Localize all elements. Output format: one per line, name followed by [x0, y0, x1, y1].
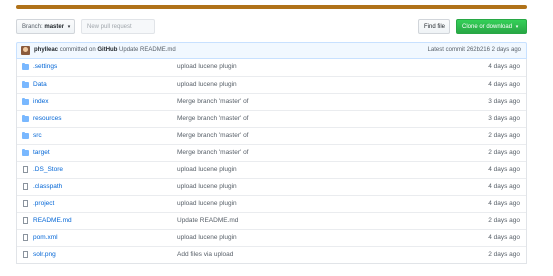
file-name-link[interactable]: .project [33, 196, 54, 212]
commit-message-link[interactable]: upload lucene plugin [177, 59, 237, 75]
file-icon [23, 166, 28, 173]
commit-age: 4 days ago [488, 166, 520, 173]
find-file-button[interactable]: Find file [418, 19, 450, 34]
commit-age: 4 days ago [488, 63, 520, 70]
commit-age: 3 days ago [488, 98, 520, 105]
commit-age: 2 days ago [488, 251, 520, 258]
branch-name: master [44, 24, 65, 30]
table-row: src Merge branch 'master' of 2 days ago [17, 127, 526, 144]
caret-down-icon: ▾ [67, 24, 71, 30]
commit-message-link[interactable]: upload lucene plugin [177, 77, 237, 93]
commit-message-link[interactable]: Merge branch 'master' of [177, 94, 248, 110]
table-row: solr.png Add files via upload 2 days ago [17, 246, 526, 263]
file-name-link[interactable]: resources [33, 111, 62, 127]
file-name-link[interactable]: src [33, 128, 42, 144]
file-name-link[interactable]: .settings [33, 59, 57, 75]
caret-down-icon: ▾ [515, 24, 519, 30]
branch-prefix: Branch: [22, 24, 43, 30]
commit-age: 2 days ago [488, 132, 520, 139]
commit-platform: GitHub [97, 47, 118, 53]
table-row: pom.xml upload lucene plugin 4 days ago [17, 229, 526, 246]
commit-age: 2 days ago [488, 149, 520, 156]
latest-commit-bar: phylleac committed on GitHub Update READ… [16, 42, 527, 59]
file-name-link[interactable]: pom.xml [33, 230, 58, 246]
commit-message-link[interactable]: Merge branch 'master' of [177, 145, 248, 161]
commit-age: 4 days ago [488, 183, 520, 190]
table-row: .classpath upload lucene plugin 4 days ago [17, 178, 526, 195]
commit-age: 2 days ago [488, 217, 520, 224]
file-name-link[interactable]: target [33, 145, 50, 161]
commit-age: 3 days ago [488, 115, 520, 122]
clone-label: Clone or download [462, 24, 513, 30]
file-name-link[interactable]: README.md [33, 213, 72, 229]
commit-message-link[interactable]: Add files via upload [177, 247, 233, 263]
file-icon [23, 217, 28, 224]
latest-commit-info[interactable]: Latest commit 262b216 2 days ago [428, 43, 521, 58]
commit-age: 4 days ago [488, 200, 520, 207]
repo-toolbar: Branch: master ▾ New pull request Find f… [16, 19, 527, 35]
commit-message-link[interactable]: upload lucene plugin [177, 196, 237, 212]
language-bar[interactable] [16, 5, 527, 9]
avatar[interactable] [21, 46, 30, 55]
file-name-link[interactable]: .classpath [33, 179, 62, 195]
committed-on-text: committed on [59, 47, 96, 53]
file-name-link[interactable]: solr.png [33, 247, 56, 263]
commit-age: 4 days ago [488, 81, 520, 88]
commit-age: 4 days ago [488, 234, 520, 241]
branch-select-button[interactable]: Branch: master ▾ [16, 19, 75, 34]
table-row: Data upload lucene plugin 4 days ago [17, 76, 526, 93]
commit-message-link[interactable]: Merge branch 'master' of [177, 111, 248, 127]
table-row: .project upload lucene plugin 4 days ago [17, 195, 526, 212]
folder-icon [22, 98, 29, 105]
table-row: index Merge branch 'master' of 3 days ago [17, 93, 526, 110]
table-row: .DS_Store upload lucene plugin 4 days ago [17, 161, 526, 178]
table-row: resources Merge branch 'master' of 3 days … [17, 110, 526, 127]
table-row: README.md Update README.md 2 days ago [17, 212, 526, 229]
file-icon [23, 200, 28, 207]
commit-message-link[interactable]: Merge branch 'master' of [177, 128, 248, 144]
table-row: target Merge branch 'master' of 2 days ago [17, 144, 526, 161]
file-icon [23, 251, 28, 258]
commit-message[interactable]: Update README.md [119, 47, 176, 53]
commit-author[interactable]: phylleac [34, 47, 58, 53]
folder-icon [22, 132, 29, 139]
folder-icon [22, 115, 29, 122]
clone-download-button[interactable]: Clone or download ▾ [456, 19, 527, 34]
folder-icon [22, 63, 29, 70]
file-list: .settings upload lucene plugin 4 days ago D… [16, 59, 527, 264]
commit-message-link[interactable]: upload lucene plugin [177, 230, 237, 246]
commit-message-link[interactable]: upload lucene plugin [177, 179, 237, 195]
commit-summary: phylleac committed on GitHub Update READ… [34, 43, 176, 58]
file-name-link[interactable]: .DS_Store [33, 162, 63, 178]
commit-message-link[interactable]: Update README.md [177, 213, 238, 229]
file-name-link[interactable]: index [33, 94, 49, 110]
table-row: .settings upload lucene plugin 4 days ago [17, 59, 526, 76]
file-icon [23, 234, 28, 241]
folder-icon [22, 149, 29, 156]
folder-icon [22, 81, 29, 88]
new-pull-request-button[interactable]: New pull request [81, 19, 155, 34]
file-icon [23, 183, 28, 190]
file-name-link[interactable]: Data [33, 77, 47, 93]
commit-message-link[interactable]: upload lucene plugin [177, 162, 237, 178]
